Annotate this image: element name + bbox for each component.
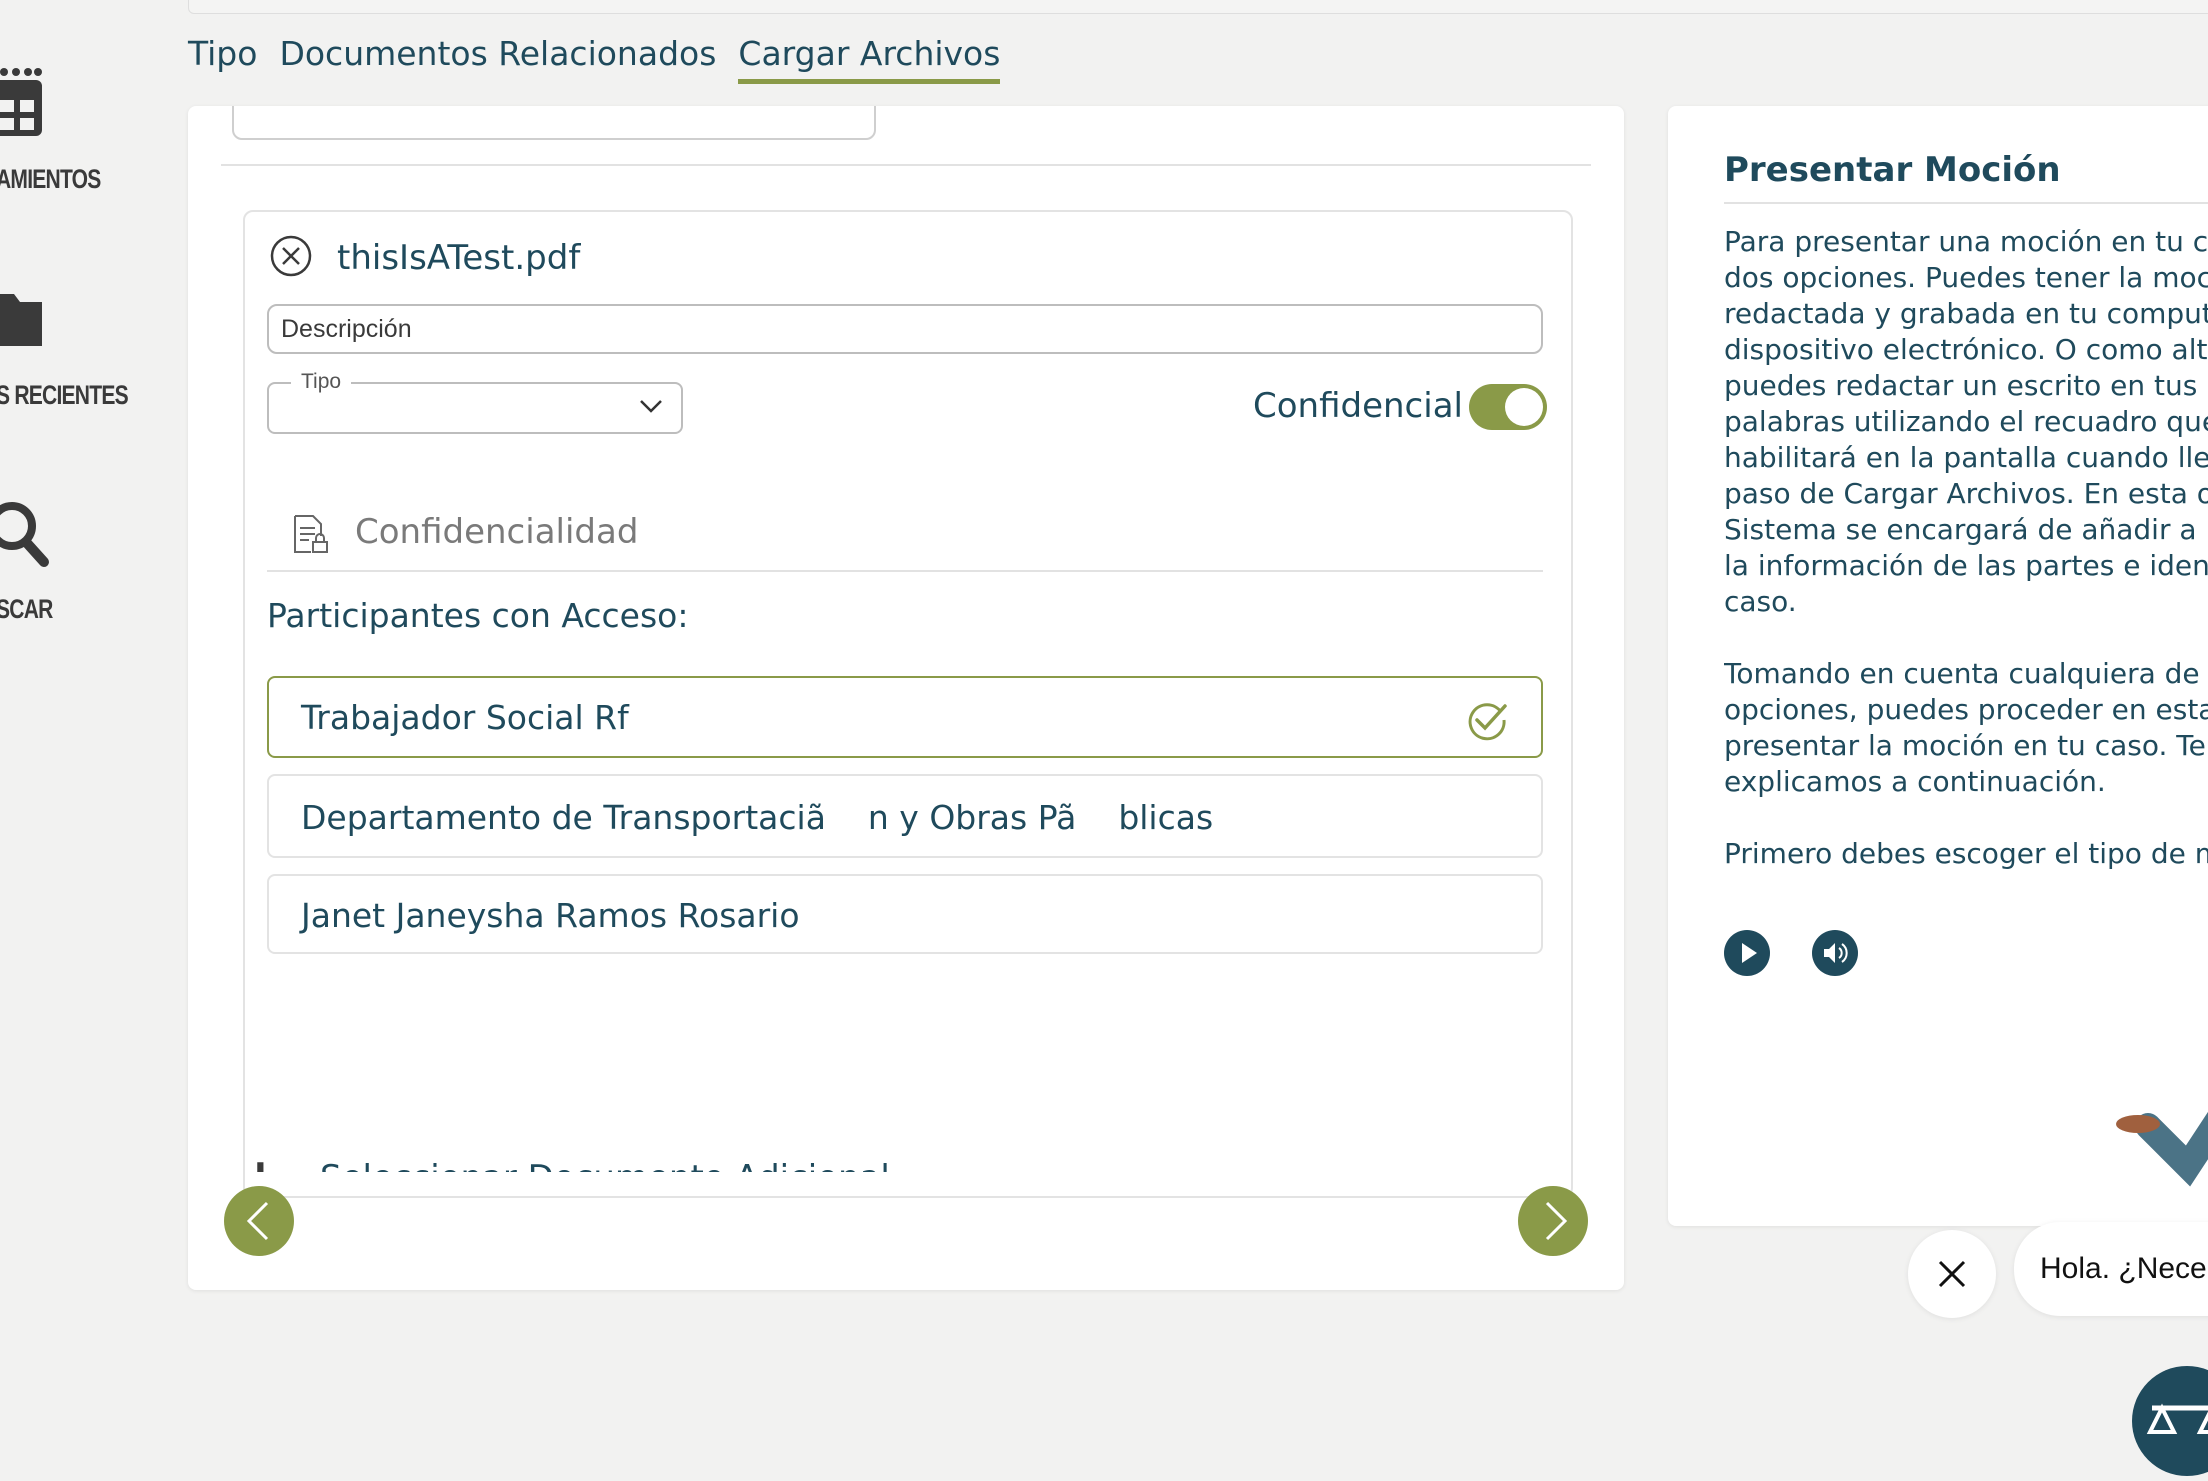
- add-document-label: Seleccionar Documento Adicional: [320, 1158, 890, 1172]
- chat-launcher-icon[interactable]: [2132, 1366, 2208, 1476]
- help-paragraph: Tomando en cuenta cualquiera de la opcio…: [1724, 657, 2208, 798]
- file-entry: thisIsATest.pdf Tipo Confidencial: [243, 210, 1573, 1198]
- chevron-down-icon: [639, 398, 663, 419]
- tipo-select[interactable]: Tipo: [267, 370, 683, 434]
- help-panel: Presentar Moción Para presentar una moci…: [1668, 106, 2208, 1226]
- partial-input-field[interactable]: [232, 106, 876, 140]
- toggle-knob: [1505, 388, 1543, 426]
- help-paragraph: Para presentar una moción en tu ca dos o…: [1724, 225, 2208, 618]
- confidential-label: Confidencial: [1253, 386, 1463, 426]
- sidebar-item-label: S RECIENTES: [0, 380, 129, 410]
- assistant-avatar: [1988, 926, 2208, 1226]
- file-name: thisIsATest.pdf: [337, 238, 581, 278]
- confidentiality-title: Confidencialidad: [355, 512, 639, 552]
- help-paragraph: Primero debes escoger el tipo de m: [1724, 837, 2208, 870]
- plus-icon: +: [244, 1148, 277, 1173]
- tab-bar: Tipo Documentos Relacionados Cargar Arch…: [188, 34, 1001, 84]
- participant-option[interactable]: Janet Janeysha Ramos Rosario: [267, 874, 1543, 954]
- divider: [1724, 202, 2208, 204]
- folder-icon: [0, 288, 46, 355]
- chat-greeting-bubble[interactable]: Hola. ¿Nece: [2014, 1222, 2208, 1316]
- tab-tipo[interactable]: Tipo: [188, 34, 257, 84]
- sidebar-item-label: SCAR: [0, 594, 53, 624]
- calendar-icon: [0, 62, 46, 147]
- sidebar-item-calendar[interactable]: AMIENTOS: [0, 44, 120, 194]
- participant-option[interactable]: Departamento de Transportaciã n y Obras …: [267, 774, 1543, 858]
- help-title: Presentar Moción: [1724, 150, 2061, 190]
- participant-option[interactable]: Trabajador Social Rf: [267, 676, 1543, 758]
- confidentiality-header: Confidencialidad: [267, 492, 1543, 572]
- sidebar-item-label: AMIENTOS: [0, 164, 101, 194]
- confidential-toggle[interactable]: [1469, 384, 1547, 430]
- participant-name: Trabajador Social Rf: [301, 698, 629, 737]
- remove-file-icon[interactable]: [269, 234, 313, 278]
- upload-card: thisIsATest.pdf Tipo Confidencial: [188, 106, 1624, 1290]
- next-button[interactable]: [1518, 1186, 1588, 1256]
- sidebar-item-search[interactable]: SCAR: [0, 490, 120, 630]
- previous-button[interactable]: [224, 1186, 294, 1256]
- participants-title: Participantes con Acceso:: [267, 596, 689, 635]
- search-icon: [0, 496, 50, 577]
- sidebar-item-recent[interactable]: S RECIENTES: [0, 280, 129, 410]
- play-button[interactable]: [1724, 930, 1770, 976]
- top-bar: [188, 0, 2208, 14]
- help-text: Para presentar una moción en tu ca dos o…: [1724, 224, 2208, 876]
- description-input[interactable]: [267, 304, 1543, 354]
- participant-name: Janet Janeysha Ramos Rosario: [301, 896, 800, 935]
- chat-close-button[interactable]: [1908, 1230, 1996, 1318]
- chat-greeting-text: Hola. ¿Nece: [2040, 1252, 2207, 1285]
- check-circle-icon: [1465, 698, 1509, 747]
- volume-button[interactable]: [1812, 930, 1858, 976]
- tipo-label: Tipo: [291, 370, 352, 394]
- divider: [221, 164, 1591, 166]
- tab-cargar-archivos[interactable]: Cargar Archivos: [738, 34, 1001, 84]
- participant-name: Departamento de Transportaciã n y Obras …: [301, 798, 1214, 837]
- add-document-button[interactable]: + Seleccionar Documento Adicional: [244, 1128, 1044, 1173]
- tab-documentos-relacionados[interactable]: Documentos Relacionados: [279, 34, 716, 84]
- document-lock-icon: [293, 514, 331, 559]
